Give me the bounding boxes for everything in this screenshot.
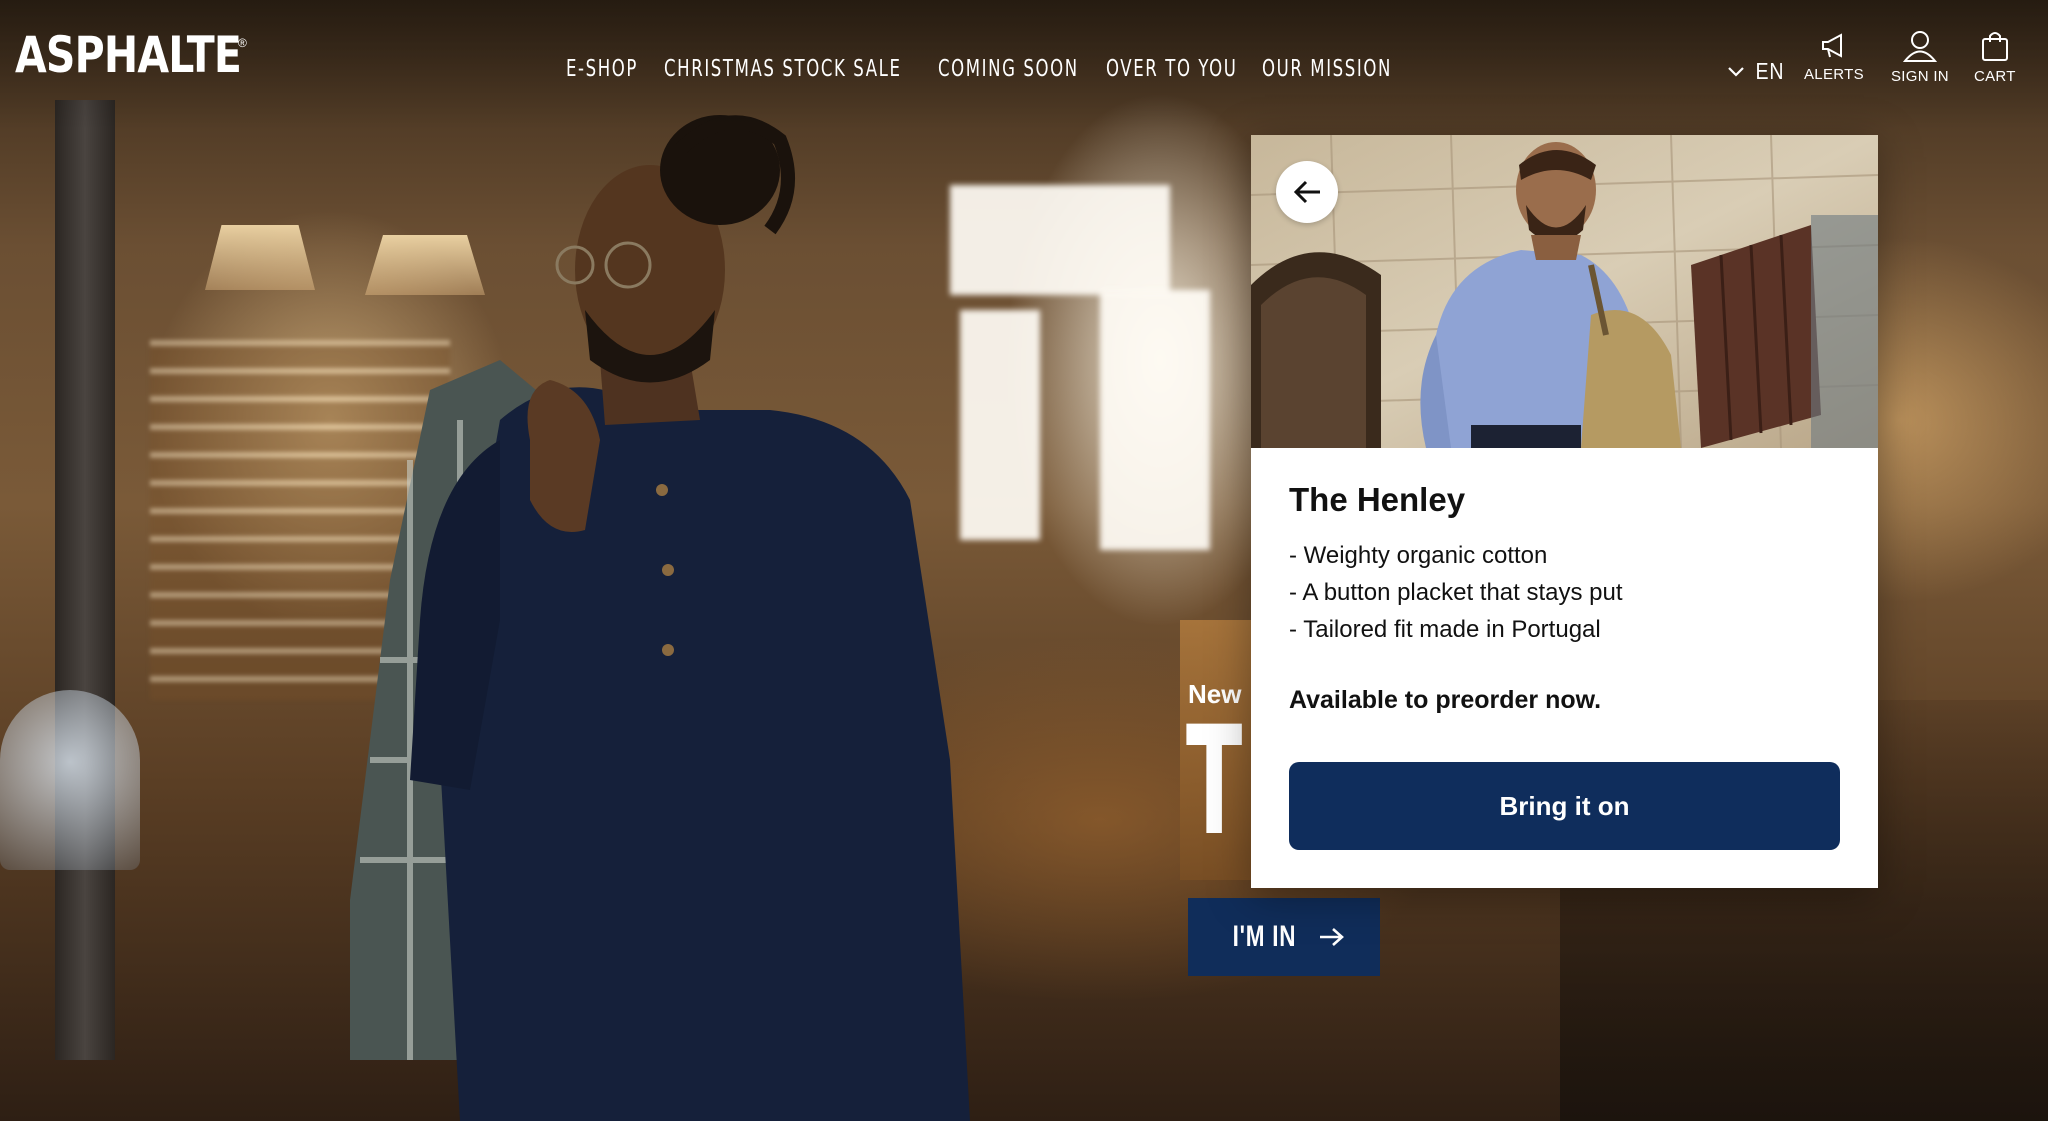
site-header: ASPHALTE ® E-SHOP CHRISTMAS STOCK SALE C… xyxy=(0,0,2048,130)
shopping-bag-icon xyxy=(1981,32,2008,61)
model-figure xyxy=(350,115,970,1121)
hero-title: T xyxy=(1186,695,1243,869)
nav-item-our-mission[interactable]: OUR MISSION xyxy=(1262,56,1392,82)
product-popup: The Henley - Weighty organic cotton - A … xyxy=(1251,135,1878,888)
cart-button[interactable]: CART xyxy=(1974,30,2016,85)
nav-item-over-to-you[interactable]: OVER TO YOU xyxy=(1106,56,1237,82)
alerts-button[interactable]: ALERTS xyxy=(1804,30,1864,83)
language-selector[interactable]: EN xyxy=(1727,58,1787,85)
user-icon xyxy=(1902,31,1937,62)
bring-it-on-button[interactable]: Bring it on xyxy=(1289,762,1840,850)
popup-cta-label: Bring it on xyxy=(1499,790,1630,821)
availability-text: Available to preorder now. xyxy=(1289,686,1602,714)
feature-item: - A button placket that stays put xyxy=(1289,579,1623,606)
main-nav: E-SHOP CHRISTMAS STOCK SALE COMING SOON … xyxy=(566,56,1392,82)
language-label: EN xyxy=(1755,58,1785,84)
megaphone-icon xyxy=(1821,33,1842,58)
brand-logo[interactable]: ASPHALTE xyxy=(15,30,242,80)
feature-item: - Weighty organic cotton xyxy=(1289,542,1548,569)
background-window xyxy=(1100,290,1210,550)
nav-item-christmas-stock-sale[interactable]: CHRISTMAS STOCK SALE xyxy=(664,56,902,82)
background-pillar xyxy=(55,100,115,1060)
arrow-right-icon xyxy=(1320,928,1345,946)
nav-item-e-shop[interactable]: E-SHOP xyxy=(566,56,638,82)
product-photo xyxy=(1251,135,1878,448)
feature-item: - Tailored fit made in Portugal xyxy=(1289,616,1601,643)
product-image xyxy=(1251,135,1878,448)
background-lamp-globe xyxy=(0,690,140,870)
popup-body: The Henley - Weighty organic cotton - A … xyxy=(1289,481,1840,715)
background-lamp xyxy=(205,225,315,290)
hero-cta-button[interactable]: I'M IN xyxy=(1188,898,1380,976)
product-title: The Henley xyxy=(1289,481,1466,518)
arrow-left-icon xyxy=(1293,180,1320,204)
sign-in-button[interactable]: SIGN IN xyxy=(1891,30,1949,85)
hero-cta-label: I'M IN xyxy=(1232,920,1296,953)
chevron-down-icon xyxy=(1728,66,1744,77)
nav-item-coming-soon[interactable]: COMING SOON xyxy=(938,56,1079,82)
alerts-label: ALERTS xyxy=(1804,66,1864,83)
cart-label: CART xyxy=(1974,68,2016,85)
sign-in-label: SIGN IN xyxy=(1891,68,1949,85)
registered-mark: ® xyxy=(238,36,247,50)
back-button[interactable] xyxy=(1276,161,1338,223)
